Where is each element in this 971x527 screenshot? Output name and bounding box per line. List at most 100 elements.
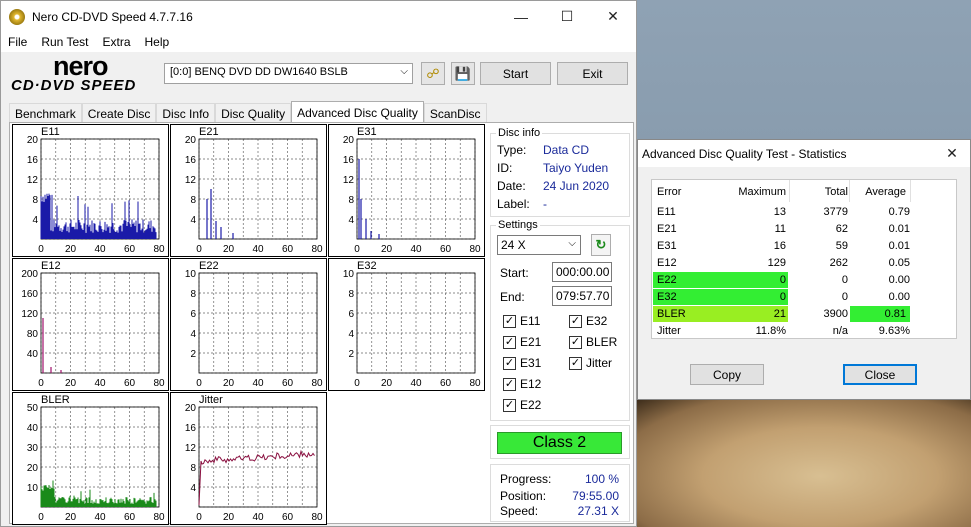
stat-maximum: 0: [779, 291, 786, 303]
start-key: Start:: [500, 266, 529, 280]
close-icon: ✕: [946, 145, 958, 161]
stat-total: 62: [835, 223, 848, 235]
y-tick-label: 8: [32, 195, 38, 206]
tab-disc-quality[interactable]: Disc Quality: [215, 103, 292, 123]
check-icon: ✓: [503, 377, 516, 391]
type-key: Type:: [497, 143, 527, 157]
stat-error: BLER: [657, 308, 686, 320]
jitter-line: [198, 449, 315, 506]
type-value: Data CD: [543, 143, 590, 157]
check-icon: ✓: [569, 335, 582, 349]
menu-extra[interactable]: Extra: [95, 35, 137, 49]
y-tick-label: 40: [27, 423, 39, 434]
tab-disc-info[interactable]: Disc Info: [156, 103, 216, 123]
checkbox-label: E32: [586, 314, 608, 328]
maximize-button[interactable]: ☐: [544, 1, 590, 32]
x-tick-label: 0: [196, 244, 202, 255]
stat-error: E32: [657, 291, 677, 303]
speed-key: Speed:: [500, 504, 539, 518]
checkbox-label: E21: [520, 335, 542, 349]
check-icon: ✓: [569, 356, 582, 370]
x-tick-label: 20: [381, 378, 393, 389]
stat-error: E11: [657, 206, 676, 218]
y-tick-label: 4: [348, 329, 354, 340]
checkbox-bler[interactable]: ✓ BLER: [569, 335, 617, 349]
x-tick-label: 20: [223, 378, 235, 389]
check-icon: ✓: [503, 356, 516, 370]
stat-total: 0: [841, 291, 848, 303]
stats-close-x-button[interactable]: ✕: [934, 140, 970, 167]
y-tick-label: 20: [27, 135, 39, 146]
stat-maximum: 129: [767, 257, 786, 269]
stat-total: 262: [829, 257, 848, 269]
stat-maximum: 0: [779, 274, 786, 286]
class-badge: Class 2: [497, 432, 622, 454]
checkbox-e21[interactable]: ✓ E21: [503, 335, 541, 349]
logo-subtitle: CD·DVD SPEED: [11, 77, 137, 94]
y-tick-label: 8: [190, 463, 196, 474]
x-tick-label: 20: [223, 512, 235, 523]
checkbox-e32[interactable]: ✓ E32: [569, 314, 607, 328]
checkbox-e12[interactable]: ✓ E12: [503, 377, 541, 391]
stat-error: E12: [657, 257, 677, 269]
stat-total: 59: [835, 240, 848, 252]
tab-scandisc[interactable]: ScanDisc: [423, 103, 487, 123]
y-tick-label: 16: [27, 155, 39, 166]
exit-button[interactable]: Exit: [557, 62, 628, 85]
y-tick-label: 4: [190, 215, 196, 226]
checkbox-jitter[interactable]: ✓ Jitter: [569, 356, 612, 370]
tab-create-disc[interactable]: Create Disc: [81, 103, 157, 123]
stat-error: Jitter: [657, 325, 681, 337]
minimize-button[interactable]: —: [498, 1, 544, 32]
y-tick-label: 4: [32, 215, 38, 226]
end-input[interactable]: 079:57.70: [552, 286, 612, 306]
x-tick-label: 40: [410, 378, 422, 389]
close-dialog-button[interactable]: Close: [843, 364, 917, 385]
menu-help[interactable]: Help: [138, 35, 177, 49]
x-tick-label: 0: [38, 378, 44, 389]
stats-title-bar[interactable]: Advanced Disc Quality Test - Statistics …: [638, 140, 970, 167]
checkbox-e31[interactable]: ✓ E31: [503, 356, 541, 370]
start-button[interactable]: Start: [480, 62, 551, 85]
x-tick-label: 60: [282, 378, 294, 389]
header-error: Error: [657, 186, 682, 198]
menu-file[interactable]: File: [1, 35, 34, 49]
stat-total: 0: [841, 274, 848, 286]
y-tick-label: 160: [21, 289, 38, 300]
speed-select-value: 24 X: [501, 238, 526, 252]
refresh-speed-button[interactable]: ↻: [591, 234, 611, 256]
drive-select[interactable]: [0:0] BENQ DVD DD DW1640 BSLB ⌵: [164, 63, 413, 84]
check-icon: ✓: [569, 314, 582, 328]
y-tick-label: 2: [348, 349, 354, 360]
tab-advanced-disc-quality[interactable]: Advanced Disc Quality: [291, 101, 424, 123]
end-key: End:: [500, 290, 525, 304]
graph-e22: E22 10 8 6 4 2 0 20 40 60 80: [170, 258, 327, 391]
start-input[interactable]: 000:00.00: [552, 262, 612, 282]
close-button[interactable]: ✕: [590, 1, 636, 32]
y-tick-label: 8: [348, 289, 354, 300]
save-button[interactable]: 💾: [451, 62, 475, 85]
speed-select[interactable]: 24 X ⌵: [497, 235, 581, 255]
y-tick-label: 50: [27, 403, 39, 414]
x-tick-label: 0: [354, 244, 360, 255]
stat-maximum: 21: [773, 308, 786, 320]
title-bar[interactable]: Nero CD-DVD Speed 4.7.7.16 — ☐ ✕: [1, 1, 636, 32]
chevron-down-icon: ⌵: [400, 66, 408, 77]
drive-info-button[interactable]: ☍: [421, 62, 445, 85]
y-tick-label: 8: [348, 195, 354, 206]
checkbox-e11[interactable]: ✓ E11: [503, 314, 540, 328]
label-value: -: [543, 197, 547, 211]
x-tick-label: 40: [94, 244, 106, 255]
stat-error: E22: [657, 274, 677, 286]
x-tick-label: 80: [469, 244, 481, 255]
menu-run-test[interactable]: Run Test: [34, 35, 95, 49]
copy-button[interactable]: Copy: [690, 364, 764, 385]
stat-total: 3779: [823, 206, 848, 218]
progress-key: Progress:: [500, 472, 552, 486]
position-value: 79:55.00: [572, 489, 619, 503]
checkbox-e22[interactable]: ✓ E22: [503, 398, 541, 412]
tab-benchmark[interactable]: Benchmark: [9, 103, 82, 123]
y-tick-label: 12: [343, 175, 355, 186]
header-divider: [910, 180, 911, 202]
stat-average: 0.00: [888, 291, 910, 303]
